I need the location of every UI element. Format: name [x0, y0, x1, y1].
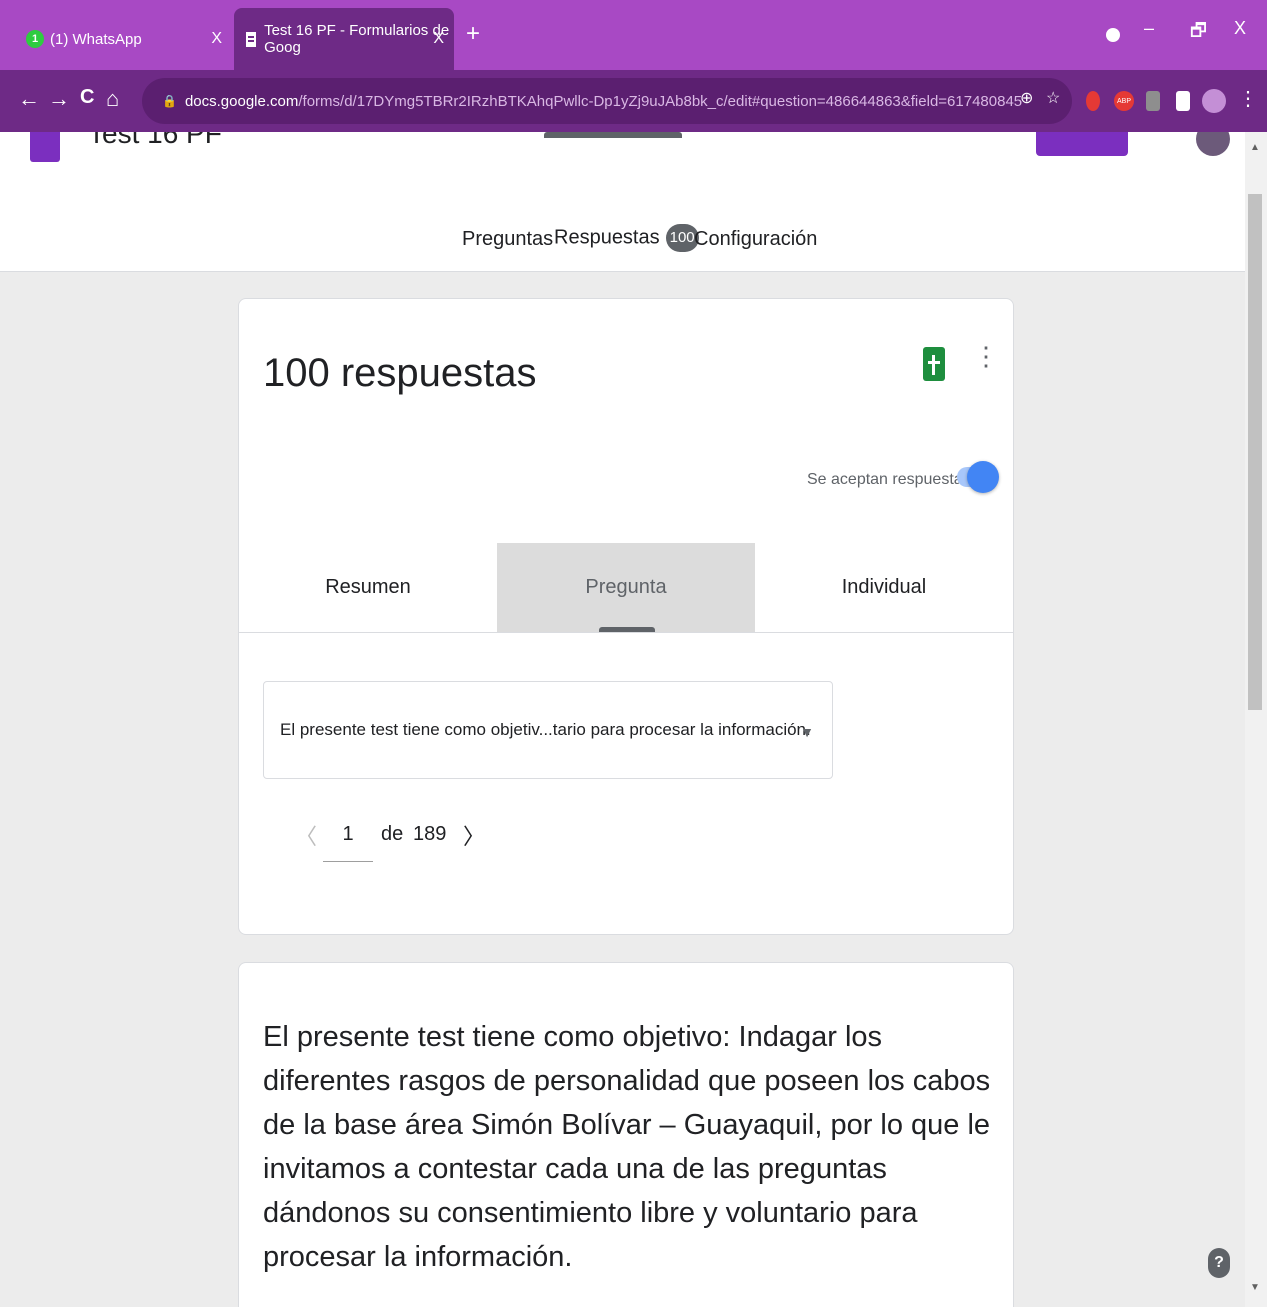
- profile-icon[interactable]: [1106, 28, 1120, 42]
- tab-close-button[interactable]: X: [433, 30, 444, 48]
- address-bar[interactable]: 🔒 docs.google.com/forms/d/17DYmg5TBRr2IR…: [142, 78, 1072, 124]
- tab-whatsapp[interactable]: 1 (1) WhatsApp X: [10, 8, 232, 70]
- active-subtab-indicator: [599, 627, 655, 632]
- tab-title: Test 16 PF - Formularios de Goog: [264, 22, 450, 56]
- subtab-individual[interactable]: Individual: [755, 543, 1013, 632]
- google-forms-icon: [246, 31, 257, 47]
- zoom-icon[interactable]: ⊕: [1020, 88, 1033, 108]
- more-options-icon[interactable]: ⋮: [973, 343, 999, 369]
- url-host: docs.google.com: [184, 92, 299, 110]
- google-sheets-icon[interactable]: [923, 347, 945, 381]
- url-path: /forms/d/17DYmg5TBRr2IRzhBTKAhqPwllc-Dp1…: [298, 92, 1023, 110]
- scroll-up-arrow-icon[interactable]: ▲: [1250, 142, 1260, 153]
- form-nav-tabs: Preguntas Respuestas 100 Configuración: [0, 224, 1245, 271]
- previous-question-button[interactable]: 〈: [295, 819, 317, 851]
- toggle-knob[interactable]: [967, 461, 999, 493]
- back-button[interactable]: ←: [18, 86, 40, 112]
- extensions-puzzle-icon[interactable]: [1176, 91, 1190, 111]
- scroll-thumb[interactable]: [1248, 194, 1262, 710]
- responses-count-title: 100 respuestas: [263, 351, 537, 395]
- accepting-responses-label: Se aceptan respuestas: [807, 471, 971, 488]
- forward-button[interactable]: →: [48, 86, 70, 112]
- tab-respuestas-label: Respuestas: [554, 226, 660, 249]
- responses-summary-card: 100 respuestas ⋮ Se aceptan respuestas R…: [238, 298, 1014, 935]
- forms-header: Test 16 PF Preguntas Respuestas 100 Confi…: [0, 132, 1245, 272]
- profile-avatar-icon[interactable]: [1202, 89, 1226, 113]
- subtab-pregunta[interactable]: Pregunta: [497, 543, 755, 632]
- dropdown-arrow-icon: ▼: [800, 724, 814, 740]
- extension-shield-icon[interactable]: [1086, 91, 1100, 111]
- bookmark-star-icon[interactable]: ☆: [1046, 88, 1060, 108]
- restore-button[interactable]: 🗗: [1190, 18, 1207, 48]
- input-underline: [323, 861, 373, 862]
- reload-button[interactable]: C: [80, 86, 94, 109]
- subtab-resumen[interactable]: Resumen: [239, 543, 497, 632]
- tab-preguntas[interactable]: Preguntas: [462, 228, 553, 251]
- whatsapp-icon: 1: [26, 30, 44, 48]
- form-title[interactable]: Test 16 PF: [88, 132, 222, 150]
- close-window-button[interactable]: X: [1234, 18, 1246, 39]
- pager-of-label: de: [381, 823, 404, 845]
- response-view-tabs: Resumen Pregunta Individual: [239, 543, 1013, 633]
- help-icon[interactable]: ?: [1208, 1248, 1230, 1278]
- new-tab-button[interactable]: +: [466, 20, 480, 48]
- question-card: El presente test tiene como objetivo: In…: [238, 962, 1014, 1307]
- page-scrollbar[interactable]: ▲ ▼: [1245, 132, 1267, 1307]
- question-select-value: El presente test tiene como objetiv...ta…: [280, 720, 811, 739]
- lock-icon: 🔒: [162, 94, 177, 108]
- google-forms-logo-icon[interactable]: [30, 132, 60, 162]
- browser-toolbar: ← → C ⌂ 🔒 docs.google.com/forms/d/17DYmg…: [0, 70, 1267, 132]
- pager-total: 189: [413, 823, 447, 845]
- tab-google-forms[interactable]: Test 16 PF - Formularios de Goog X: [234, 8, 454, 70]
- avatar[interactable]: [1196, 132, 1230, 156]
- home-button[interactable]: ⌂: [106, 86, 119, 112]
- minimize-button[interactable]: –: [1144, 18, 1154, 39]
- question-select[interactable]: El presente test tiene como objetiv...ta…: [263, 681, 833, 779]
- browser-menu-icon[interactable]: ⋮: [1238, 86, 1258, 111]
- tab-configuracion[interactable]: Configuración: [694, 228, 817, 251]
- browser-tab-bar: 1 (1) WhatsApp X Test 16 PF - Formulario…: [0, 0, 1267, 70]
- active-tab-indicator: [544, 132, 682, 138]
- tab-close-button[interactable]: X: [211, 30, 222, 48]
- send-button[interactable]: [1036, 132, 1128, 156]
- question-number-input[interactable]: 1: [323, 823, 373, 846]
- tab-respuestas[interactable]: Respuestas 100: [554, 224, 699, 252]
- question-pager: 〈 1 de 189 〉: [239, 813, 639, 873]
- extension-icon[interactable]: [1146, 91, 1160, 111]
- next-question-button[interactable]: 〉: [463, 819, 485, 851]
- tab-title: (1) WhatsApp: [50, 30, 142, 48]
- adblock-plus-icon[interactable]: ABP: [1114, 91, 1134, 111]
- question-text: El presente test tiene como objetivo: In…: [263, 1021, 991, 1273]
- scroll-down-arrow-icon[interactable]: ▼: [1250, 1282, 1260, 1293]
